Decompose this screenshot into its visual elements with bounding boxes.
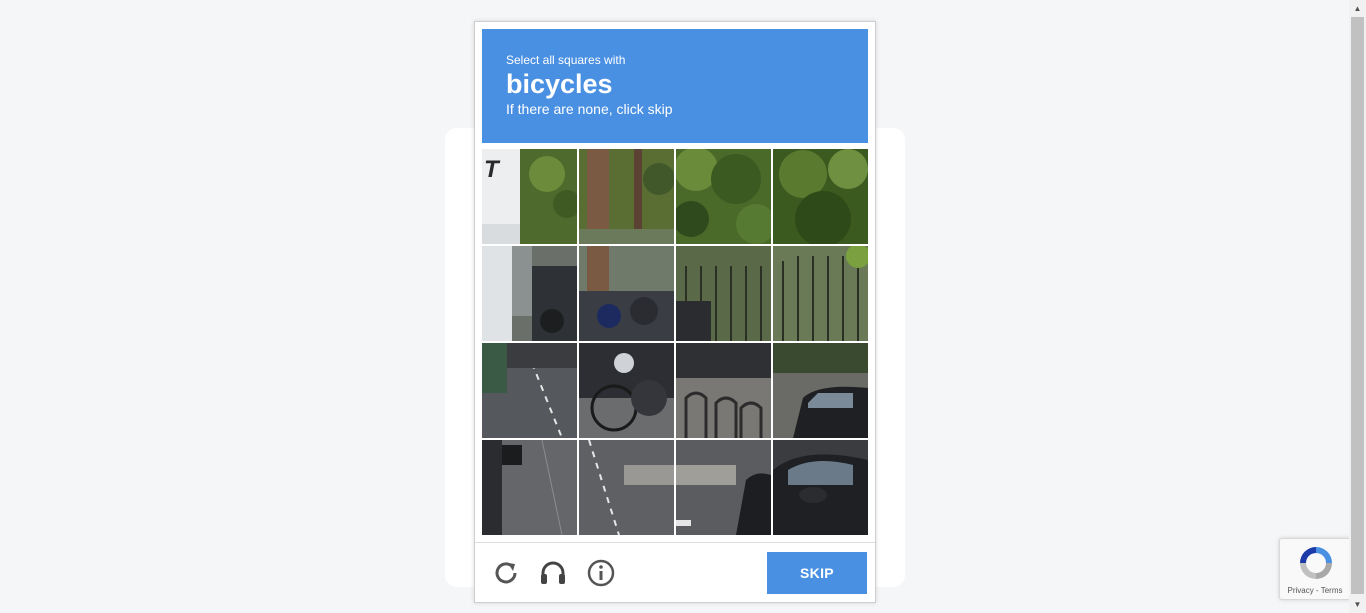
grid-tile[interactable] bbox=[579, 440, 674, 535]
privacy-terms-links[interactable]: Privacy - Terms bbox=[1280, 586, 1350, 595]
tree-image-icon bbox=[579, 149, 674, 244]
fence-image-icon bbox=[676, 246, 771, 341]
vertical-scrollbar[interactable]: ▲ ▼ bbox=[1349, 0, 1366, 613]
car-image-icon bbox=[773, 440, 868, 535]
scooter-image-icon bbox=[579, 246, 674, 341]
bike-rack-image-icon bbox=[676, 343, 771, 438]
instruction-suffix: If there are none, click skip bbox=[506, 101, 673, 117]
recaptcha-logo-icon bbox=[1300, 547, 1332, 579]
skip-button[interactable]: SKIP bbox=[767, 552, 867, 594]
grid-tile[interactable] bbox=[579, 149, 674, 244]
road-image-icon bbox=[579, 440, 674, 535]
recaptcha-badge[interactable]: Privacy - Terms bbox=[1279, 538, 1351, 600]
grid-tile[interactable] bbox=[579, 246, 674, 341]
grid-tile[interactable] bbox=[773, 246, 868, 341]
scroll-down-arrow-icon[interactable]: ▼ bbox=[1349, 596, 1366, 613]
car-image-icon bbox=[773, 343, 868, 438]
grid-tile[interactable] bbox=[773, 149, 868, 244]
grid-tile[interactable] bbox=[482, 440, 577, 535]
grid-tile[interactable] bbox=[773, 343, 868, 438]
captcha-challenge: Select all squares with bicycles If ther… bbox=[474, 21, 876, 603]
grid-tile[interactable] bbox=[676, 343, 771, 438]
instruction-prefix: Select all squares with bbox=[506, 53, 626, 67]
foliage-image-icon bbox=[676, 149, 771, 244]
info-icon[interactable] bbox=[586, 558, 616, 588]
truck-image-icon: T bbox=[482, 149, 577, 244]
street-image-icon bbox=[482, 343, 577, 438]
fence-image-icon bbox=[773, 246, 868, 341]
challenge-header: Select all squares with bicycles If ther… bbox=[482, 29, 868, 143]
grid-tile[interactable] bbox=[482, 246, 577, 341]
grid-tile[interactable] bbox=[482, 343, 577, 438]
challenge-keyword: bicycles bbox=[506, 69, 613, 99]
grid-tile[interactable] bbox=[579, 343, 674, 438]
grid-tile[interactable] bbox=[676, 149, 771, 244]
image-grid: T bbox=[482, 149, 868, 535]
foliage-image-icon bbox=[773, 149, 868, 244]
road-image-icon bbox=[482, 440, 577, 535]
grid-tile[interactable] bbox=[773, 440, 868, 535]
footer-divider bbox=[475, 542, 875, 543]
svg-text:T: T bbox=[484, 156, 501, 183]
motorcycle-image-icon bbox=[579, 343, 674, 438]
scroll-thumb[interactable] bbox=[1351, 17, 1364, 594]
scroll-up-arrow-icon[interactable]: ▲ bbox=[1349, 0, 1366, 17]
truck-image-icon bbox=[482, 246, 577, 341]
reload-icon[interactable] bbox=[491, 558, 521, 588]
road-image-icon bbox=[676, 440, 771, 535]
headphones-icon[interactable] bbox=[538, 558, 568, 588]
grid-tile[interactable] bbox=[676, 246, 771, 341]
grid-tile[interactable]: T bbox=[482, 149, 577, 244]
page: Select all squares with bicycles If ther… bbox=[0, 0, 1366, 613]
grid-tile[interactable] bbox=[676, 440, 771, 535]
